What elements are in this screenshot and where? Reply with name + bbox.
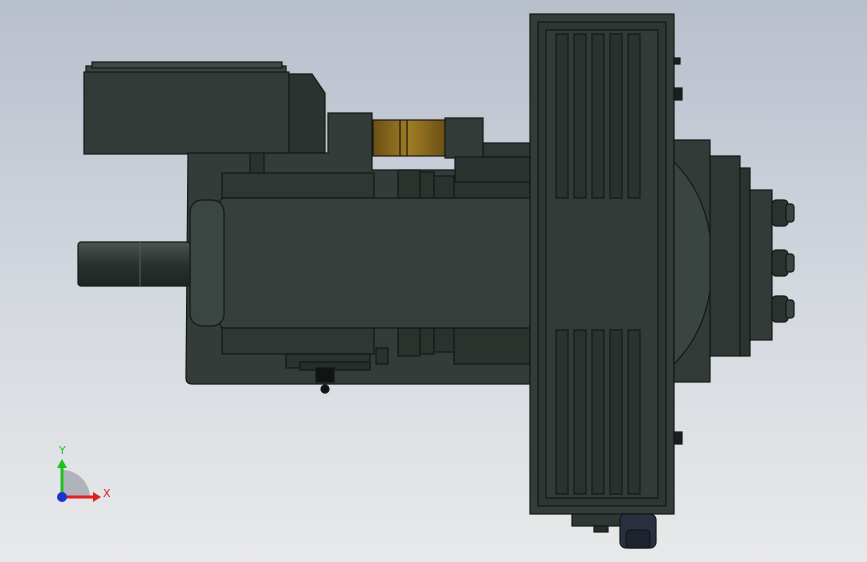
y-axis-label: Y [58,444,66,457]
x-axis-label: X [103,487,111,500]
x-axis-arrowhead [93,492,101,502]
rotor-inner-face [189,199,225,327]
terminal-box[interactable] [83,61,326,155]
bottom-feet[interactable] [571,513,657,549]
pump-assembly-model[interactable] [77,13,795,549]
finned-drum[interactable] [529,13,683,515]
triad-arc [62,470,90,497]
coordinate-triad: Y X [57,444,111,502]
rear-end-cap[interactable] [673,139,773,383]
input-shaft[interactable] [77,241,191,287]
port-fittings[interactable] [771,199,795,323]
y-axis-arrowhead [57,459,67,468]
cad-viewport[interactable]: Y X [0,0,867,562]
z-axis-origin [57,492,67,502]
